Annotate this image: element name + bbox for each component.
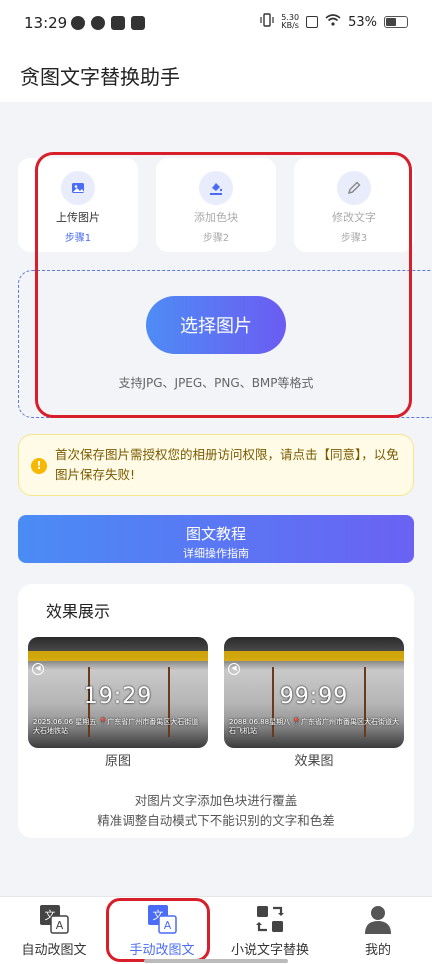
tutorial-title: 图文教程	[185, 525, 246, 543]
effect-desc-line2: 精准调整自动模式下不能识别的文字和色差	[97, 813, 335, 828]
status-bar: 13:29 5.30 KB/s 53%	[0, 0, 432, 46]
step-label: 上传图片	[56, 211, 100, 224]
effect-showcase: 效果展示 ◀ 19:29 2025.06.06 星期五 📍广东省广州市番禺区大石…	[18, 584, 414, 838]
battery-fill	[386, 18, 397, 26]
network-speed: 5.30 KB/s	[281, 14, 299, 30]
image-icon	[61, 171, 95, 205]
result-label: 效果图	[294, 754, 334, 769]
notice-text: 首次保存图片需授权您的相册访问权限，请点击【同意】，以免图片保存失败!	[55, 447, 399, 482]
step-label: 添加色块	[194, 211, 238, 224]
swap-icon	[254, 903, 286, 935]
app-bar: 贪图文字替换助手	[0, 46, 432, 102]
step-add-color[interactable]: 添加色块 步骤2	[156, 158, 276, 252]
paint-bucket-icon	[199, 171, 233, 205]
step-label: 修改文字	[332, 211, 376, 224]
result-time: 99:99	[279, 684, 349, 709]
bottom-nav: 文A 自动改图文 文A 手动改图文 小说文字替换 我的	[0, 896, 432, 964]
original-caption: 2025.06.06 星期五 📍广东省广州市番禺区大石街道大石地铁站	[33, 718, 199, 735]
app-notification-icon	[111, 16, 125, 30]
step-number: 步骤3	[340, 233, 368, 244]
permission-notice: ! 首次保存图片需授权您的相册访问权限，请点击【同意】，以免图片保存失败!	[18, 434, 414, 496]
step-number: 步骤1	[64, 233, 92, 244]
warning-icon: !	[31, 458, 47, 474]
original-label: 原图	[104, 754, 131, 769]
tutorial-button[interactable]: 图文教程 详细操作指南	[18, 515, 414, 563]
page-title: 贪图文字替换助手	[20, 65, 180, 89]
photo-stripe	[28, 651, 208, 661]
nav-auto-edit[interactable]: 文A 自动改图文	[0, 897, 108, 964]
original-image[interactable]: ◀ 19:29 2025.06.06 星期五 📍广东省广州市番禺区大石街道大石地…	[28, 637, 208, 748]
nav-profile[interactable]: 我的	[324, 897, 432, 964]
home-indicator	[144, 959, 288, 963]
step-indicator: 上传图片 步骤1 添加色块 步骤2 修改文字 步骤3	[0, 158, 432, 252]
result-image[interactable]: ◀ 99:99 2088.06.88星期八 📍广东省广州市番禺区大石街道大石飞机…	[224, 637, 404, 748]
nav-label: 手动改图文	[129, 943, 195, 958]
nav-label: 我的	[364, 943, 391, 958]
wifi-icon	[325, 14, 341, 30]
battery-icon	[384, 16, 408, 28]
step-upload[interactable]: 上传图片 步骤1	[18, 158, 138, 252]
nav-label: 自动改图文	[21, 943, 87, 958]
network-speed-unit: KB/s	[281, 21, 299, 30]
supported-formats: 支持JPG、JPEG、PNG、BMP等格式	[118, 376, 314, 390]
photo-stripe	[224, 651, 404, 661]
svg-text:A: A	[56, 919, 64, 932]
vibrate-icon	[260, 13, 274, 31]
translate-icon: 文A	[146, 903, 178, 935]
pencil-icon	[337, 171, 371, 205]
arrow-left-icon: ◀	[32, 663, 44, 675]
status-time: 13:29	[24, 14, 68, 32]
step-edit-text[interactable]: 修改文字 步骤3	[294, 158, 414, 252]
svg-text:A: A	[164, 919, 172, 932]
battery-percent: 53%	[348, 14, 377, 30]
original-time: 19:29	[83, 684, 153, 709]
nav-novel-replace[interactable]: 小说文字替换	[216, 897, 324, 964]
choose-image-button[interactable]: 选择图片	[146, 296, 286, 354]
effect-desc-line1: 对图片文字添加色块进行覆盖	[134, 793, 298, 808]
nav-manual-edit[interactable]: 文A 手动改图文	[108, 897, 216, 964]
app-notification-icon	[91, 16, 105, 30]
step-number: 步骤2	[202, 233, 230, 244]
sim-icon	[306, 16, 319, 28]
translate-icon: 文A	[38, 903, 70, 935]
notification-icons	[71, 16, 145, 30]
app-notification-icon	[71, 16, 85, 30]
arrow-left-icon: ◀	[228, 663, 240, 675]
app-notification-icon	[131, 16, 145, 30]
result-caption: 2088.06.88星期八 📍广东省广州市番禺区大石街道大石飞机站	[229, 718, 400, 735]
user-icon	[362, 903, 394, 935]
tutorial-subtitle: 详细操作指南	[183, 547, 249, 560]
effect-title: 效果展示	[46, 602, 111, 621]
nav-label: 小说文字替换	[230, 943, 309, 958]
